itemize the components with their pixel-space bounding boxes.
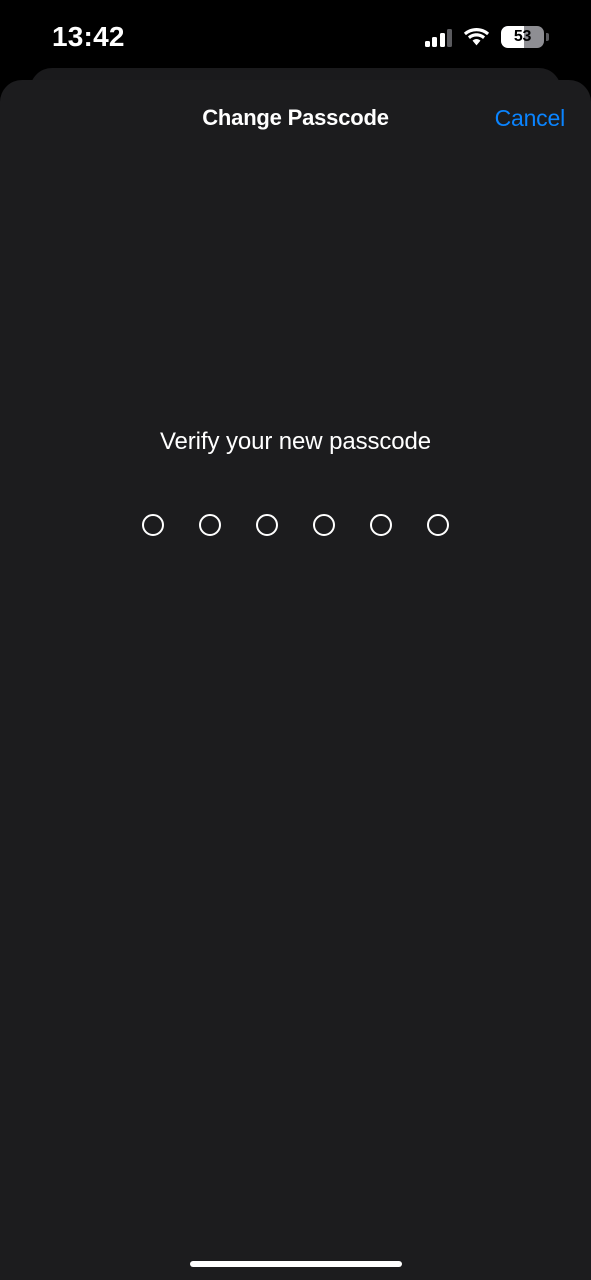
- iphone-screen: 13:42 53 Change Passcode Cancel Verify y…: [0, 0, 591, 1280]
- battery-icon: 53: [501, 26, 544, 48]
- passcode-entry-field[interactable]: [0, 514, 591, 536]
- battery-level-text: 53: [513, 28, 532, 45]
- change-passcode-sheet: Change Passcode Cancel Verify your new p…: [0, 80, 591, 1280]
- battery-cap-icon: [546, 33, 549, 41]
- passcode-dot-2: [199, 514, 221, 536]
- battery-indicator: 53: [501, 26, 549, 48]
- cellular-bar-4: [447, 29, 452, 47]
- passcode-dot-1: [142, 514, 164, 536]
- passcode-prompt-label: Verify your new passcode: [159, 428, 432, 455]
- cancel-button[interactable]: Cancel: [491, 80, 569, 156]
- cellular-bar-1: [424, 41, 430, 47]
- passcode-dot-3: [256, 514, 278, 536]
- status-bar-indicators: 53: [424, 26, 549, 48]
- wifi-icon: [463, 27, 490, 47]
- home-indicator[interactable]: [189, 1261, 402, 1267]
- cellular-bar-3: [439, 33, 445, 47]
- cellular-bar-2: [432, 37, 437, 47]
- cellular-signal-icon: [424, 27, 452, 47]
- status-bar: 13:42 53: [0, 0, 591, 70]
- status-bar-time: 13:42: [52, 21, 125, 52]
- passcode-dot-6: [427, 514, 449, 536]
- sheet-content: Verify your new passcode: [0, 156, 591, 1280]
- sheet-navigation-bar: Change Passcode Cancel: [0, 80, 591, 156]
- passcode-dot-4: [313, 514, 335, 536]
- passcode-dot-5: [370, 514, 392, 536]
